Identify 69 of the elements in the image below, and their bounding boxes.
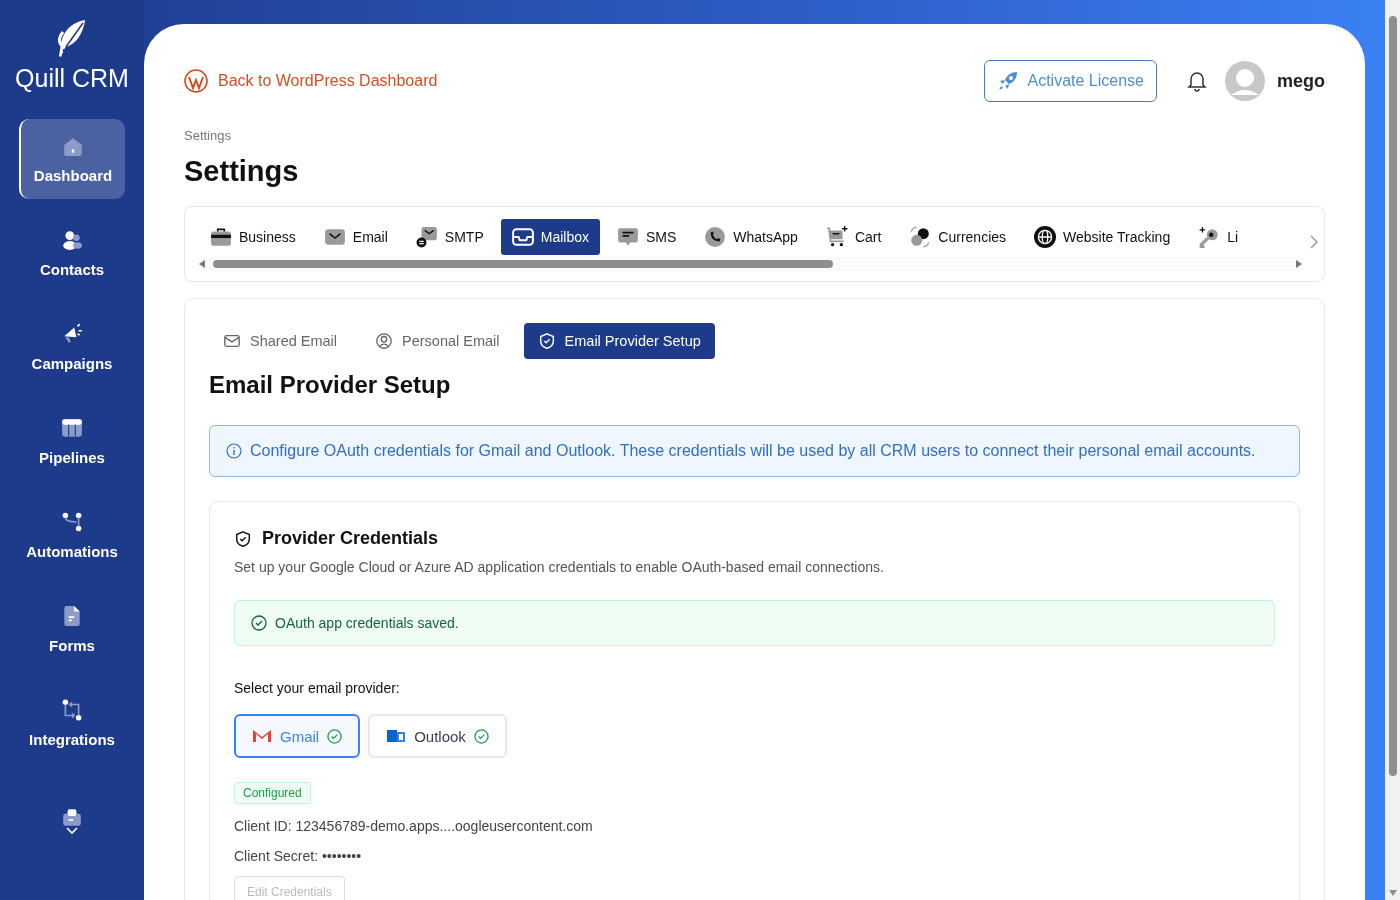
- cart-icon: [825, 226, 848, 248]
- settings-tab[interactable]: SMTP: [404, 219, 495, 255]
- scroll-left-icon[interactable]: [199, 260, 205, 268]
- success-text: OAuth app credentials saved.: [275, 615, 459, 631]
- check-circle-icon: [251, 615, 267, 631]
- email-subtab[interactable]: Email Provider Setup: [523, 323, 715, 359]
- back-link[interactable]: Back to WordPress Dashboard: [184, 69, 438, 93]
- shield-check-icon: [537, 332, 556, 350]
- email-subtab[interactable]: Personal Email: [361, 323, 514, 359]
- nav-item[interactable]: Pipelines: [19, 401, 125, 481]
- inbox-icon: [511, 226, 534, 248]
- scrollbar-thumb[interactable]: [1388, 16, 1397, 776]
- nav-item[interactable]: Forms: [19, 589, 125, 669]
- envelope-icon: [323, 226, 346, 248]
- nav-item[interactable]: Dashboard: [19, 119, 125, 199]
- phone-icon: [704, 226, 727, 248]
- wordpress-logo: [184, 69, 208, 93]
- panel-description: Set up your Google Cloud or Azure AD application credentials to enable OAuth-based email connections.: [234, 559, 885, 575]
- branch-icon: [61, 510, 83, 533]
- client-secret: Client Secret: ••••••••: [234, 848, 363, 864]
- rocket-icon: [997, 70, 1020, 92]
- envelope-icon: [223, 332, 241, 350]
- document-icon: [61, 604, 83, 627]
- info-text: Configure OAuth credentials for Gmail and Outlook. These credentials will be used by all CRM users to connect their personal email accounts.: [250, 442, 1256, 460]
- settings-tab[interactable]: Business: [199, 219, 307, 255]
- chat-icon: [616, 226, 639, 248]
- settings-tab[interactable]: WhatsApp: [693, 219, 809, 255]
- info-icon: [226, 443, 242, 459]
- settings-tab[interactable]: SMS: [605, 219, 688, 255]
- panel-title: Provider Credentials: [262, 528, 439, 549]
- briefcase-icon: [210, 226, 232, 248]
- nav-item[interactable]: Integrations: [19, 683, 125, 763]
- toolbox-icon: [61, 806, 83, 828]
- scrollbar-thumb[interactable]: [213, 260, 833, 268]
- nav-item[interactable]: Campaigns: [19, 307, 125, 387]
- shield-check-icon: [234, 529, 252, 548]
- settings-tab[interactable]: Website Tracking: [1023, 219, 1182, 255]
- user-circle-icon: [375, 332, 394, 350]
- email-subtab[interactable]: Shared Email: [209, 323, 352, 359]
- client-id: Client ID: 123456789-demo.apps....oogleusercontent.com: [234, 818, 594, 834]
- globe-icon: [1034, 226, 1057, 248]
- provider-option[interactable]: Gmail: [234, 714, 361, 758]
- nav-item[interactable]: Contacts: [19, 213, 125, 293]
- people-icon: [61, 228, 83, 251]
- settings-tab[interactable]: Mailbox: [500, 219, 600, 255]
- scroll-right-icon[interactable]: [1296, 260, 1302, 268]
- board-icon: [61, 416, 83, 439]
- settings-tab[interactable]: Cart: [814, 219, 893, 255]
- envelope-icon: [415, 226, 438, 248]
- scroll-down-icon[interactable]: [1388, 890, 1397, 896]
- section-title: Email Provider Setup: [209, 371, 452, 399]
- settings-tab[interactable]: Currencies: [898, 219, 1018, 255]
- coins-icon: [909, 226, 932, 248]
- brand-name: Quill CRM: [15, 64, 129, 93]
- settings-tab[interactable]: Li: [1187, 219, 1250, 255]
- activate-license-button[interactable]: Activate License: [984, 60, 1157, 102]
- arrows-icon: [61, 698, 83, 721]
- breadcrumb: Settings: [184, 128, 232, 143]
- bell-icon[interactable]: [1187, 70, 1207, 92]
- nav-item[interactable]: Automations: [19, 495, 125, 575]
- chevron-down-icon[interactable]: [66, 827, 78, 835]
- page-title: Settings: [184, 155, 300, 188]
- provider-label: Select your email provider:: [234, 680, 401, 696]
- settings-tab[interactable]: Email: [312, 219, 399, 255]
- provider-option[interactable]: Outlook: [368, 714, 507, 758]
- status-badge: Configured: [234, 782, 311, 804]
- user-name: mego: [1277, 70, 1325, 92]
- chevron-right-icon[interactable]: [1310, 235, 1318, 249]
- key-icon: [1198, 226, 1221, 248]
